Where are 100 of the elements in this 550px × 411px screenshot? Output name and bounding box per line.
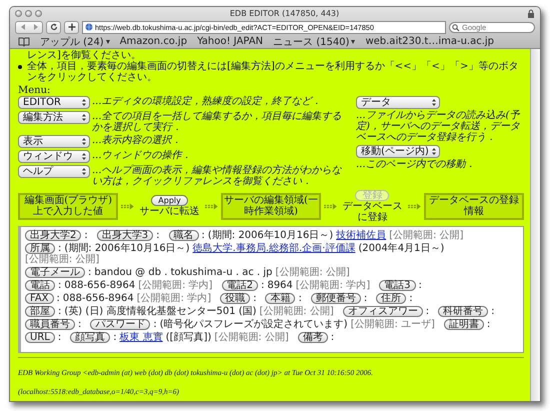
updown-icon xyxy=(81,98,87,107)
field-value: (2004年4月1日～) xyxy=(358,243,444,254)
field-label-button[interactable]: 備考 xyxy=(298,332,328,343)
field-label-button[interactable]: 出身大学3 xyxy=(96,230,154,241)
field-value: 8964 xyxy=(267,280,293,291)
field-colon: : xyxy=(298,293,302,304)
bookmark-item[interactable]: ニュース (1540) xyxy=(273,34,356,48)
field-colon: : xyxy=(58,243,62,254)
visibility-text: [公開範囲: 公開] xyxy=(259,306,334,317)
field-value: (暗号化パスフレーズが設定されています) xyxy=(160,319,348,330)
field-label-button[interactable]: 住所 xyxy=(376,293,406,304)
bookmark-item[interactable]: Yahoo! JAPAN xyxy=(197,36,264,47)
dropdown[interactable]: ヘルプ xyxy=(18,165,90,178)
updown-icon xyxy=(81,113,87,122)
field-label-button[interactable]: オフィスアワー xyxy=(342,306,423,317)
search-icon xyxy=(452,24,460,32)
field-colon: : xyxy=(113,332,117,343)
field-colon: : xyxy=(491,306,495,317)
visibility-text: [公開範囲: 公開] xyxy=(275,267,350,278)
field-label-button[interactable]: 顔写真 xyxy=(70,332,110,343)
visibility-text: [公開範囲: 学内] xyxy=(296,280,370,291)
flow-caption: サーバに転送 xyxy=(140,207,200,218)
field-label-button[interactable]: パスワード xyxy=(90,319,150,330)
field-value: 088-656-8964 xyxy=(64,280,136,291)
dropdown[interactable]: EDITOR xyxy=(18,96,90,109)
flow-button[interactable]: Apply xyxy=(151,195,188,206)
notice-text: 全体，項目，要素毎の編集画面の切替えには[編集方法]のメニューを利用するか「<<」「<」「>」等のボタンをクリックしてください。 xyxy=(27,61,520,83)
field-label-button[interactable]: 出身大学2 xyxy=(25,230,82,241)
updown-icon xyxy=(81,137,87,146)
field-colon: : xyxy=(78,319,82,330)
visibility-text: [公開範囲: 学内] xyxy=(138,280,213,291)
menu-description: ...エディタの環境設定，熟練度の設定，終了など． xyxy=(92,96,322,107)
field-value: (期間: 2006年10月16日～) xyxy=(64,243,190,254)
field-label-button[interactable]: 郵便番号 xyxy=(310,293,361,304)
field-label-button[interactable]: 科研番号 xyxy=(438,306,488,317)
bookmark-item[interactable]: Amazon.co.jp xyxy=(120,36,188,47)
menu-description: ...このページ内での移動． xyxy=(356,159,476,170)
field-label-button[interactable]: 職名 xyxy=(168,230,198,241)
dropdown[interactable]: 表示 xyxy=(18,135,90,148)
field-colon: : xyxy=(153,319,157,330)
globe-icon xyxy=(85,23,93,31)
lock-icon xyxy=(527,8,535,18)
reload-button[interactable] xyxy=(46,20,61,34)
menu-description: ...全ての項目を一括して編集するか，項目毎に編集するかを選択して実行． xyxy=(92,111,343,133)
visibility-text: [公開範囲: 公開] xyxy=(25,254,100,265)
field-label-button[interactable]: 電話2 xyxy=(222,280,258,291)
field-value: 088-656-8964 xyxy=(62,293,134,304)
field-label-button[interactable]: 本籍 xyxy=(265,293,296,304)
field-label-button[interactable]: 部屋 xyxy=(25,306,55,317)
flow-box: 編集画面(ブラウザ)上で入力した値 xyxy=(18,193,118,220)
field-value: bandou @ db . tokushima-u . ac . jp xyxy=(94,267,272,278)
field-colon: : xyxy=(426,306,430,317)
menu-heading: Menu: xyxy=(18,85,52,96)
field-colon: : xyxy=(58,280,62,291)
menu-description: ...ファイルからデータの読み込み(予定)，サーバへのデータ転送，データベースへのデータ登録を行う． xyxy=(356,110,521,143)
updown-icon xyxy=(431,98,437,107)
dropdown[interactable]: 編集方法 xyxy=(18,111,90,124)
bookmark-item[interactable]: アップル (24) xyxy=(40,34,110,48)
menu-description: ...表示内容の選択． xyxy=(92,135,182,146)
visibility-text: [公開範囲: ユーザ] xyxy=(350,319,435,330)
dropdown[interactable]: データ xyxy=(356,96,440,109)
flow-box: データベースの登録情報 xyxy=(424,193,524,220)
visibility-text: [公開範囲: 学内] xyxy=(136,293,212,304)
updown-icon xyxy=(81,152,87,161)
add-bookmark-button[interactable] xyxy=(64,20,79,34)
dropdown[interactable]: ウィンドウ xyxy=(18,150,90,163)
field-label-button[interactable]: 役職 xyxy=(220,293,250,304)
field-label-button[interactable]: 職員番号 xyxy=(25,319,75,330)
visibility-text: [公開範囲: 公開] xyxy=(214,332,289,343)
field-label-button[interactable]: 電話 xyxy=(25,280,55,291)
book-icon xyxy=(18,36,30,47)
field-link[interactable]: 技術補佐員 xyxy=(336,230,386,241)
scrollbar[interactable] xyxy=(530,49,540,401)
bookmark-item[interactable]: web.ait230.t…ima-u.ac.jp xyxy=(365,36,494,47)
arrow-icon xyxy=(408,202,421,211)
field-colon: : xyxy=(409,293,413,304)
field-colon: : xyxy=(56,293,60,304)
field-colon: : xyxy=(58,306,62,317)
field-colon: : xyxy=(418,280,422,291)
visibility-text: [公開範囲: 公開] xyxy=(389,230,464,241)
field-label-button[interactable]: URL xyxy=(25,332,55,343)
field-label-button[interactable]: 電話3 xyxy=(379,280,416,291)
field-colon: : xyxy=(486,319,490,330)
field-label-button[interactable]: 電子メール xyxy=(25,267,85,278)
arrow-icon xyxy=(205,202,218,211)
arrow-icon xyxy=(121,202,134,211)
field-link[interactable]: 徳島大学.事務局.総務部.企画·評価課 xyxy=(192,243,356,254)
notice-text: レンス]を御覧ください。 xyxy=(27,50,141,61)
field-label-button[interactable]: 所属 xyxy=(25,243,55,254)
field-label-button[interactable]: 証明書 xyxy=(444,319,484,330)
field-label-button[interactable]: FAX xyxy=(25,293,54,304)
back-icon xyxy=(18,23,26,31)
field-colon: : xyxy=(202,230,205,241)
dropdown[interactable]: 移動(ページ内) xyxy=(356,145,440,158)
updown-icon xyxy=(431,147,437,156)
field-colon: : xyxy=(253,293,256,304)
field-link[interactable]: 板東 恵實 xyxy=(120,332,163,343)
field-colon: : xyxy=(330,332,334,343)
field-colon: : xyxy=(364,293,368,304)
updown-icon xyxy=(81,167,87,176)
